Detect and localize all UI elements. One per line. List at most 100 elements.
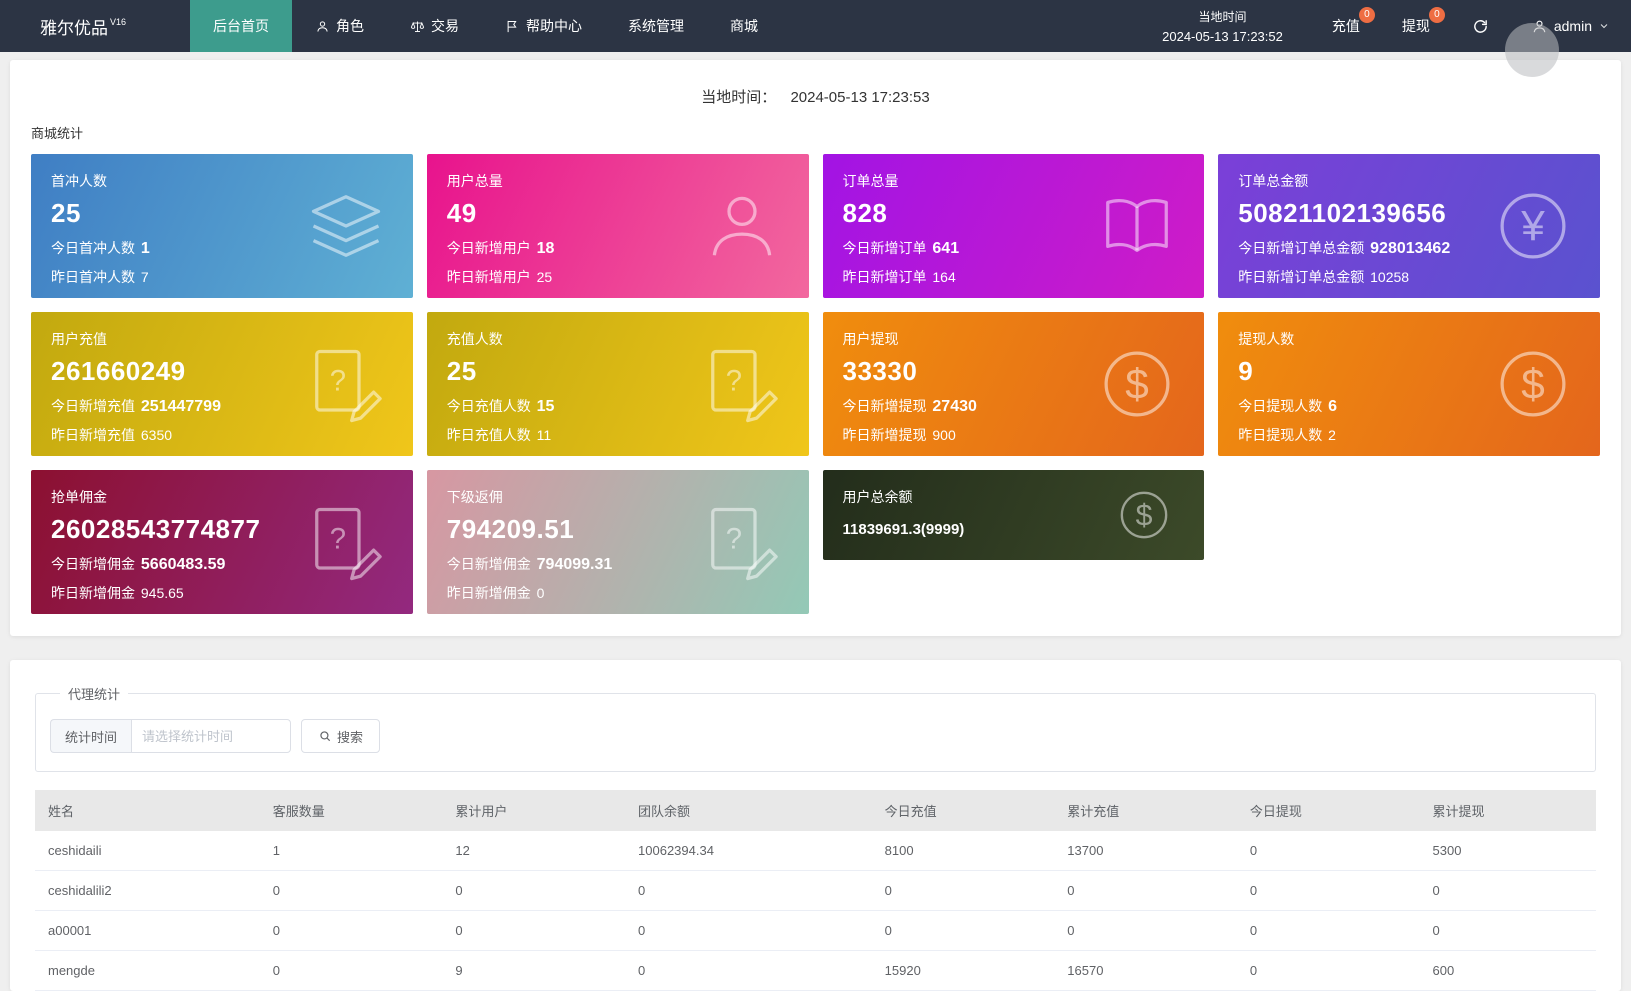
flag-icon [505, 19, 520, 34]
doc-icon: ? [703, 503, 781, 581]
nav-item-label: 帮助中心 [526, 16, 582, 36]
stat-card-yesterday-line: 昨日新增订单总金额 10258 [1238, 267, 1580, 287]
table-cell: 0 [442, 911, 625, 951]
svg-text:?: ? [725, 366, 741, 398]
table-cell: 0 [625, 951, 872, 991]
table-row: ceshidalili20000000 [35, 871, 1596, 911]
table-cell: 16570 [1054, 951, 1237, 991]
table-header-cell: 累计提现 [1420, 790, 1596, 831]
stat-card: 订单总量828今日新增订单 641昨日新增订单 164 [823, 154, 1205, 298]
chevron-down-icon [1598, 20, 1610, 32]
table-cell: a00001 [35, 911, 260, 951]
doc-icon: ? [703, 345, 781, 423]
doc-icon: ? [307, 503, 385, 581]
table-header-cell: 团队余额 [625, 790, 872, 831]
table-header-cell: 姓名 [35, 790, 260, 831]
stat-card: 用户充值261660249今日新增充值 251447799昨日新增充值 6350… [31, 312, 413, 456]
agent-table-body: ceshidaili11210062394.3481001370005300ce… [35, 831, 1596, 991]
navbar-local-time: 当地时间 2024-05-13 17:23:52 [1134, 0, 1311, 52]
table-cell: 8100 [872, 831, 1055, 871]
stat-card: 抢单佣金26028543774877今日新增佣金 5660483.59昨日新增佣… [31, 470, 413, 614]
yen-icon: ¥ [1494, 187, 1572, 265]
agent-panel: 代理统计 统计时间 搜索 姓名客服数量累计用户团队余额今日充值累计充值今日提现累… [10, 660, 1621, 991]
search-icon [318, 729, 332, 743]
table-cell: 0 [872, 911, 1055, 951]
table-cell: 13700 [1054, 831, 1237, 871]
stat-card-yesterday-line: 昨日新增订单 164 [843, 267, 1185, 287]
search-button[interactable]: 搜索 [301, 719, 380, 753]
stat-card-yesterday-line: 昨日新增提现 900 [843, 425, 1185, 445]
table-cell: 10062394.34 [625, 831, 872, 871]
main-nav: 后台首页 角色 交易 帮助中心 系统管理 商城 [190, 0, 781, 52]
stat-card: 提现人数9今日提现人数 6昨日提现人数 2$ [1218, 312, 1600, 456]
table-cell: 0 [1420, 871, 1596, 911]
scale-icon [410, 19, 425, 34]
nav-item-label: 系统管理 [628, 16, 684, 36]
withdraw-button[interactable]: 提现 0 [1381, 0, 1451, 52]
username: admin [1554, 18, 1592, 34]
table-cell: 1 [260, 831, 443, 871]
stat-time-label: 统计时间 [50, 719, 131, 753]
table-cell: 0 [625, 871, 872, 911]
table-cell: 0 [442, 871, 625, 911]
withdraw-badge: 0 [1429, 7, 1445, 23]
dollar-icon: $ [1116, 487, 1172, 543]
page-local-time: 当地时间： 2024-05-13 17:23:53 [10, 60, 1621, 107]
nav-item-2[interactable]: 交易 [387, 0, 482, 52]
user-icon [315, 19, 330, 34]
dollar-icon: $ [1098, 345, 1176, 423]
user-icon [703, 187, 781, 265]
nav-item-4[interactable]: 系统管理 [605, 0, 707, 52]
nav-item-5[interactable]: 商城 [707, 0, 781, 52]
agent-stats-legend: 代理统计 [60, 684, 128, 703]
brand-version: V16 [110, 17, 126, 27]
table-cell: 0 [260, 951, 443, 991]
stat-card-yesterday-line: 昨日新增充值 6350 [51, 425, 393, 445]
table-cell: 5300 [1420, 831, 1596, 871]
table-row: ceshidaili11210062394.3481001370005300 [35, 831, 1596, 871]
nav-item-0[interactable]: 后台首页 [190, 0, 292, 52]
table-cell: 0 [1054, 871, 1237, 911]
recharge-button[interactable]: 充值 0 [1311, 0, 1381, 52]
navbar-right: 当地时间 2024-05-13 17:23:52 充值 0 提现 0 [1134, 0, 1631, 52]
stat-card-yesterday-line: 昨日充值人数 11 [447, 425, 789, 445]
svg-text:$: $ [1136, 500, 1153, 533]
nav-item-3[interactable]: 帮助中心 [482, 0, 605, 52]
layers-icon [307, 187, 385, 265]
search-button-label: 搜索 [337, 727, 363, 746]
stat-card: 用户总量49今日新增用户 18昨日新增用户 25 [427, 154, 809, 298]
table-cell: 0 [260, 911, 443, 951]
nav-item-label: 交易 [431, 16, 459, 36]
dollar-icon: $ [1494, 345, 1572, 423]
brand-name: 雅尔优品 [40, 14, 108, 39]
table-cell: 0 [1237, 871, 1420, 911]
stat-time-input[interactable] [131, 719, 291, 753]
table-header-cell: 客服数量 [260, 790, 443, 831]
nav-item-label: 角色 [336, 16, 364, 36]
svg-text:?: ? [329, 366, 345, 398]
agent-search-form: 统计时间 搜索 [50, 719, 1581, 753]
table-header-cell: 累计充值 [1054, 790, 1237, 831]
agent-table-head-row: 姓名客服数量累计用户团队余额今日充值累计充值今日提现累计提现 [35, 790, 1596, 831]
navbar-local-time-value: 2024-05-13 17:23:52 [1162, 27, 1283, 47]
stat-card-yesterday-line: 昨日新增佣金 0 [447, 583, 789, 603]
section-title: 商城统计 [10, 107, 1621, 154]
table-row: mengde09015920165700600 [35, 951, 1596, 991]
user-icon [1531, 18, 1548, 35]
stat-card-yesterday-line: 昨日新增用户 25 [447, 267, 789, 287]
stats-panel: 当地时间： 2024-05-13 17:23:53 商城统计 首冲人数25今日首… [10, 60, 1621, 636]
brand-logo[interactable]: 雅尔优品 V16 [0, 0, 190, 52]
refresh-icon [1472, 18, 1489, 35]
svg-text:?: ? [329, 524, 345, 556]
recharge-badge: 0 [1359, 7, 1375, 23]
table-cell: 0 [260, 871, 443, 911]
refresh-button[interactable] [1451, 0, 1510, 52]
table-cell: 0 [625, 911, 872, 951]
nav-item-1[interactable]: 角色 [292, 0, 387, 52]
page-local-time-value: 2024-05-13 17:23:53 [790, 89, 929, 106]
recharge-label: 充值 [1332, 16, 1360, 36]
table-cell: 0 [1420, 911, 1596, 951]
stat-card: 充值人数25今日充值人数 15昨日充值人数 11? [427, 312, 809, 456]
user-menu[interactable]: admin [1510, 0, 1631, 52]
withdraw-label: 提现 [1402, 16, 1430, 36]
